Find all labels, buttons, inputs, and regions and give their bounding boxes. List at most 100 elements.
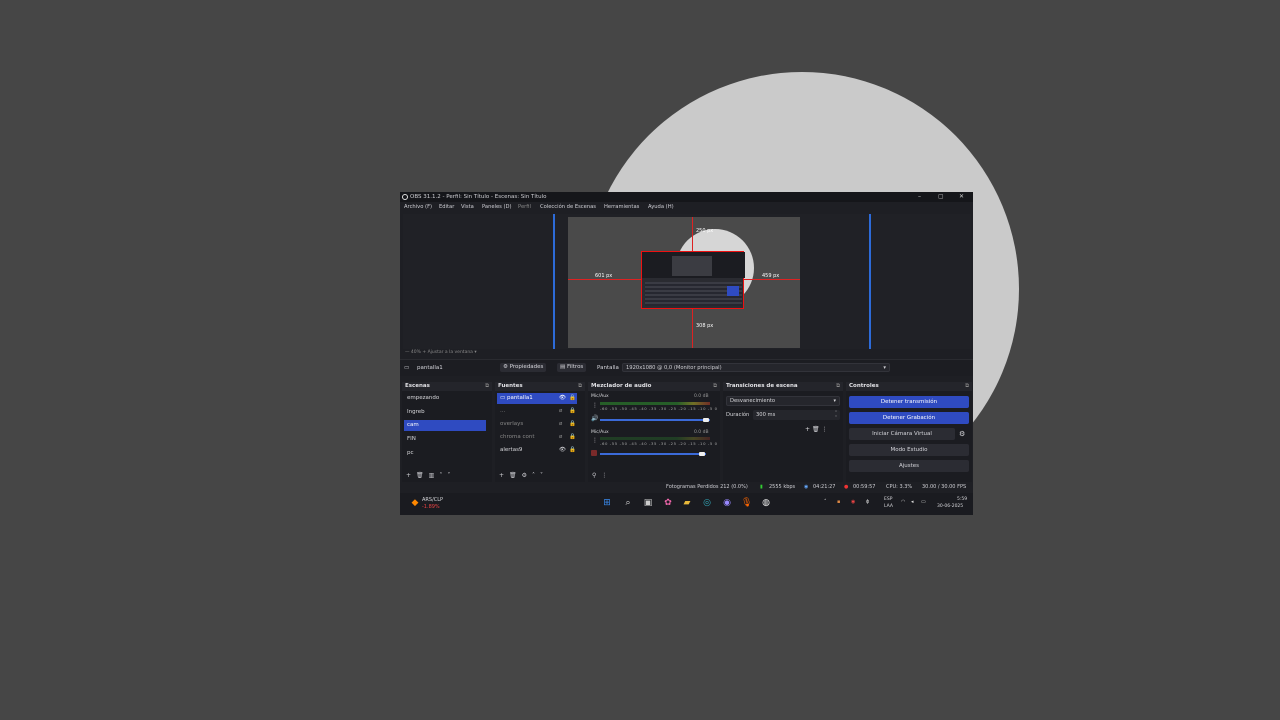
volume-slider[interactable] [600, 453, 706, 455]
speaker-icon[interactable]: 🔊 [591, 415, 598, 422]
trash-icon[interactable]: 🗑 [812, 426, 820, 433]
stop-streaming-button[interactable]: Detener transmisión [849, 396, 969, 408]
down-icon[interactable]: ˅ [447, 472, 450, 479]
menu-ayuda[interactable]: Ayuda (H) [648, 204, 674, 210]
battery-icon[interactable]: ▭ [921, 499, 926, 505]
gear-icon[interactable]: ⚙ [959, 430, 965, 438]
trash-icon[interactable]: 🗑 [416, 472, 424, 479]
up-icon[interactable]: ˄ [532, 472, 535, 479]
menu-icon[interactable]: ⋮ [822, 426, 828, 433]
gear-icon[interactable]: ⚙ [522, 472, 527, 479]
source-item[interactable]: ... ø 🔒 [497, 406, 577, 417]
volume-icon[interactable]: ◂ [911, 499, 914, 505]
distance-top-label: 250 px [696, 228, 714, 234]
minimize-button[interactable]: – [918, 193, 921, 200]
settings-button[interactable]: Ajustes [849, 460, 969, 472]
filters-button[interactable]: ▤ Filtros [557, 363, 587, 372]
menu-icon[interactable]: ⋮ [601, 472, 607, 479]
lock-icon[interactable]: 🔒 [569, 406, 576, 417]
trash-icon[interactable]: 🗑 [509, 472, 517, 479]
lock-icon[interactable]: 🔒 [569, 393, 576, 404]
dock-float-icon[interactable]: ⧉ [485, 382, 489, 391]
menu-editar[interactable]: Editar [439, 204, 454, 210]
menu-paneles[interactable]: Paneles (D) [482, 204, 512, 210]
dock-float-icon[interactable]: ⧉ [713, 382, 717, 391]
task-view-icon[interactable]: ▣ [643, 498, 653, 508]
scene-item[interactable]: Ingreb [404, 407, 486, 418]
close-button[interactable]: ✕ [959, 193, 964, 200]
menu-coleccion[interactable]: Colección de Escenas [540, 204, 596, 210]
display-select[interactable]: 1920x1080 @ 0,0 (Monitor principal) ▾ [622, 363, 890, 372]
clock-date[interactable]: 30-06-2025 [937, 504, 963, 509]
transition-select[interactable]: Desvanecimiento ▾ [726, 396, 840, 406]
menu-vista[interactable]: Vista [461, 204, 474, 210]
source-item[interactable]: overlays ø 🔒 [497, 419, 577, 430]
tray-mic-icon[interactable]: ɸ [866, 499, 869, 505]
source-item[interactable]: chroma cont ø 🔒 [497, 432, 577, 443]
copy-icon[interactable]: ▥ [429, 472, 435, 479]
channel-menu-icon[interactable]: ⋮ [592, 402, 598, 409]
dock-float-icon[interactable]: ⧉ [965, 382, 969, 391]
muted-speaker-icon[interactable] [591, 450, 597, 456]
microphone-app-icon[interactable]: 🎙 [741, 498, 752, 508]
lock-icon[interactable]: 🔒 [569, 419, 576, 430]
dock-float-icon[interactable]: ⧉ [836, 382, 840, 391]
tray-app-icon[interactable]: ◉ [851, 499, 855, 505]
display-value: 1920x1080 @ 0,0 (Monitor principal) [626, 365, 722, 371]
copilot-icon[interactable]: ✿ [663, 498, 673, 508]
start-virtual-camera-button[interactable]: Iniciar Cámara Virtual [849, 428, 955, 440]
eye-hidden-icon[interactable]: ø [559, 432, 562, 443]
add-icon[interactable]: + [499, 472, 504, 479]
file-explorer-icon[interactable]: ▰ [682, 498, 692, 508]
duration-input[interactable]: 300 ms ˄ ˅ [753, 410, 840, 420]
scene-item[interactable]: pc [404, 448, 486, 459]
stop-recording-button[interactable]: Detener Grabación [849, 412, 969, 424]
windows-start-icon[interactable]: ⊞ [602, 498, 612, 508]
dock-float-icon[interactable]: ⧉ [578, 382, 582, 391]
channel-menu-icon[interactable]: ⋮ [592, 437, 598, 444]
eye-hidden-icon[interactable]: ø [559, 406, 562, 417]
scene-item[interactable]: FIN [404, 434, 486, 445]
ticker-name[interactable]: ARS/CLP [422, 497, 443, 503]
link-icon[interactable]: ⚲ [592, 472, 596, 479]
preview-area[interactable]: 250 px 601 px 459 px 308 px [403, 214, 971, 349]
preview-canvas[interactable]: 250 px 601 px 459 px 308 px [568, 217, 800, 348]
studio-mode-button[interactable]: Modo Estudio [849, 444, 969, 456]
obs-taskbar-icon[interactable]: ◍ [761, 498, 771, 508]
wifi-icon[interactable]: ◠ [901, 499, 905, 505]
lock-icon[interactable]: 🔒 [569, 432, 576, 443]
eye-hidden-icon[interactable]: ø [559, 419, 562, 430]
scene-item[interactable]: empezando [404, 393, 486, 404]
selected-source-box[interactable] [641, 251, 745, 309]
edge-icon[interactable]: ◎ [702, 498, 712, 508]
down-icon[interactable]: ˅ [540, 472, 543, 479]
zoom-bar[interactable]: — 40% + Ajustar a la ventana ▾ [403, 349, 971, 357]
source-item-selected[interactable]: ▭ pantalla1 👁 🔒 [497, 393, 577, 404]
spin-icon[interactable]: ˄ ˅ [835, 410, 837, 420]
tray-app-icon[interactable]: ▪ [837, 499, 840, 505]
source-label: alertas9 [500, 447, 523, 453]
properties-button[interactable]: ⚙ Propiedades [500, 363, 547, 372]
lock-icon[interactable]: 🔒 [569, 445, 576, 456]
source-item[interactable]: alertas9 👁 🔒 [497, 445, 577, 456]
add-icon[interactable]: + [805, 426, 810, 433]
up-icon[interactable]: ˄ [439, 472, 442, 479]
menu-perfil[interactable]: Perfil [518, 204, 531, 210]
scene-item-selected[interactable]: cam [404, 420, 486, 431]
menu-herramientas[interactable]: Herramientas [604, 204, 639, 210]
volume-slider[interactable] [600, 419, 710, 421]
chat-app-icon[interactable]: ◉ [722, 498, 732, 508]
maximize-button[interactable]: ▢ [938, 193, 944, 200]
tray-chevron-icon[interactable]: ˄ [824, 499, 827, 505]
search-icon[interactable]: ⌕ [623, 498, 633, 508]
eye-icon[interactable]: 👁 [559, 445, 566, 456]
eye-icon[interactable]: 👁 [559, 393, 566, 404]
volume-knob[interactable] [703, 418, 709, 422]
language-top[interactable]: ESP [884, 497, 892, 502]
volume-knob[interactable] [699, 452, 705, 456]
clock-time[interactable]: 5:59 [957, 497, 967, 502]
zoom-controls[interactable]: — 40% + Ajustar a la ventana ▾ [405, 350, 477, 355]
language-bottom[interactable]: LAA [884, 504, 893, 509]
menu-archivo[interactable]: Archivo (F) [404, 204, 432, 210]
add-icon[interactable]: + [406, 472, 411, 479]
